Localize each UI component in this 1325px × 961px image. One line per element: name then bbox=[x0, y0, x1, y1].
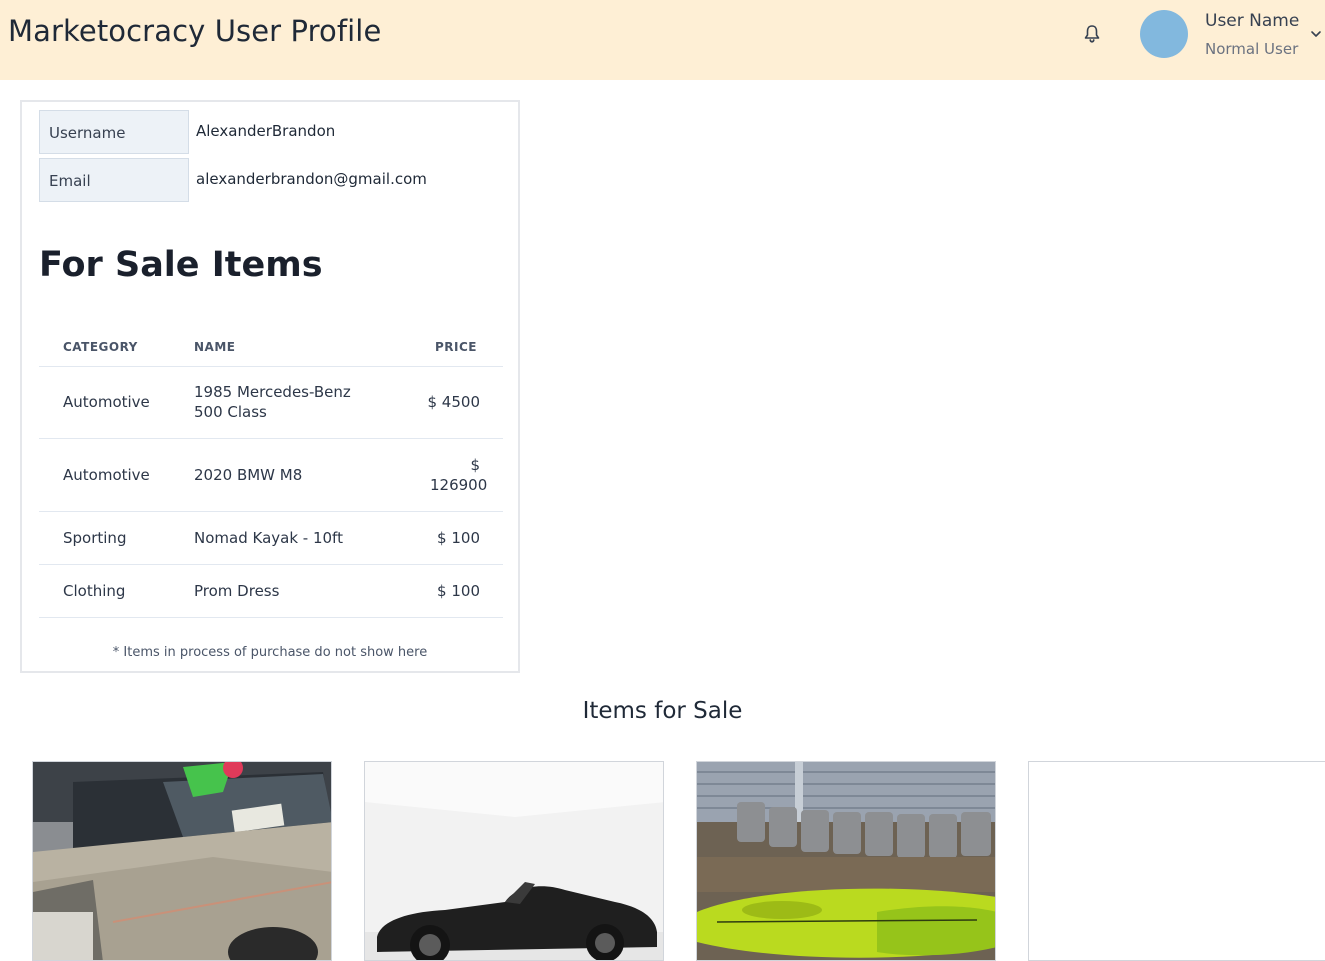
cell-category: Clothing bbox=[63, 582, 126, 600]
bell-icon[interactable] bbox=[1080, 22, 1104, 46]
table-row[interactable]: Automotive 1985 Mercedes-Benz 500 Class … bbox=[39, 366, 503, 439]
cell-category: Sporting bbox=[63, 529, 127, 547]
table-row[interactable]: Clothing Prom Dress $ 100 bbox=[39, 565, 503, 618]
purchase-note: * Items in process of purchase do not sh… bbox=[112, 645, 428, 660]
app-title: Marketocracy User Profile bbox=[8, 14, 382, 48]
cell-price: $ 100 bbox=[437, 582, 480, 600]
table-row[interactable]: Automotive 2020 BMW M8 $ 126900 bbox=[39, 439, 503, 512]
kayak-photo bbox=[697, 762, 995, 960]
items-for-sale-heading: Items for Sale bbox=[582, 698, 743, 724]
username-label: Username bbox=[39, 110, 189, 154]
column-header-category: CATEGORY bbox=[63, 340, 138, 354]
bmw-photo bbox=[365, 762, 663, 960]
column-header-name: NAME bbox=[194, 340, 236, 354]
app-header: Marketocracy User Profile User Name Norm… bbox=[0, 0, 1325, 80]
table-row[interactable]: Sporting Nomad Kayak - 10ft $ 100 bbox=[39, 512, 503, 565]
item-card-kayak[interactable] bbox=[696, 761, 996, 961]
chevron-down-icon[interactable] bbox=[1309, 26, 1323, 40]
blank-photo bbox=[1029, 762, 1325, 960]
item-card-mercedes[interactable] bbox=[32, 761, 332, 961]
cell-name: 1985 Mercedes-Benz 500 Class bbox=[194, 383, 351, 421]
item-card-bmw[interactable] bbox=[364, 761, 664, 961]
for-sale-title: For Sale Items bbox=[39, 245, 323, 285]
column-header-price: PRICE bbox=[434, 340, 477, 354]
cell-category: Automotive bbox=[63, 466, 150, 484]
cell-price: $ 126900 bbox=[430, 456, 488, 494]
email-label: Email bbox=[39, 158, 189, 202]
item-card-blank[interactable] bbox=[1028, 761, 1325, 961]
mercedes-photo bbox=[33, 762, 331, 960]
cell-name: Nomad Kayak - 10ft bbox=[194, 529, 343, 547]
cell-category: Automotive bbox=[63, 393, 150, 411]
avatar[interactable] bbox=[1140, 10, 1188, 58]
cell-name: 2020 BMW M8 bbox=[194, 466, 303, 484]
email-value: alexanderbrandon@gmail.com bbox=[196, 170, 427, 188]
profile-card: Username AlexanderBrandon Email alexande… bbox=[20, 100, 520, 673]
cell-price: $ 100 bbox=[437, 529, 480, 547]
username-value: AlexanderBrandon bbox=[196, 122, 336, 140]
cell-price: $ 4500 bbox=[427, 393, 481, 411]
cell-name: Prom Dress bbox=[194, 582, 280, 600]
user-role: Normal User bbox=[1205, 40, 1299, 58]
user-name: User Name bbox=[1205, 11, 1300, 31]
